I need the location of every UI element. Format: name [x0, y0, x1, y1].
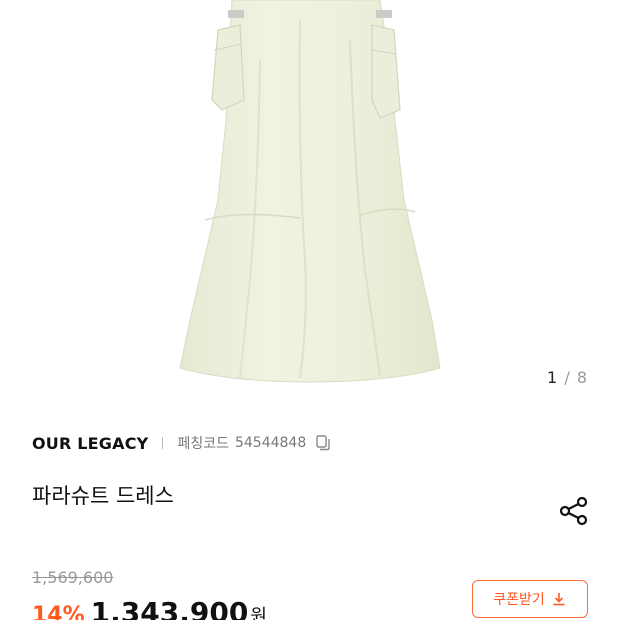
brand-row: OUR LEGACY 페칭코드 54544848: [32, 432, 332, 454]
image-counter-total: 8: [576, 368, 588, 387]
divider: [162, 437, 164, 449]
product-code-label: 페칭코드: [177, 436, 229, 452]
discount-rate: 14%: [32, 603, 85, 620]
image-counter: 1 / 8: [547, 368, 588, 387]
product-image[interactable]: [0, 0, 620, 405]
currency-unit: 원: [250, 606, 267, 620]
product-title: 파라슈트 드레스: [32, 484, 174, 508]
sale-price: 1,343,900: [90, 596, 249, 620]
brand-name[interactable]: OUR LEGACY: [32, 434, 148, 453]
share-icon[interactable]: [558, 495, 590, 527]
download-icon: [551, 591, 567, 607]
dress-illustration: [179, 0, 441, 383]
copy-icon[interactable]: [314, 434, 332, 452]
price-row: 14% 1,343,900 원: [32, 596, 267, 620]
product-code-value: 54544848: [234, 435, 307, 451]
image-counter-separator: /: [564, 368, 571, 387]
image-counter-current: 1: [547, 368, 559, 387]
original-price: 1,569,600: [32, 568, 114, 587]
coupon-button-label: 쿠폰받기: [493, 592, 545, 608]
coupon-button[interactable]: 쿠폰받기: [472, 580, 588, 618]
